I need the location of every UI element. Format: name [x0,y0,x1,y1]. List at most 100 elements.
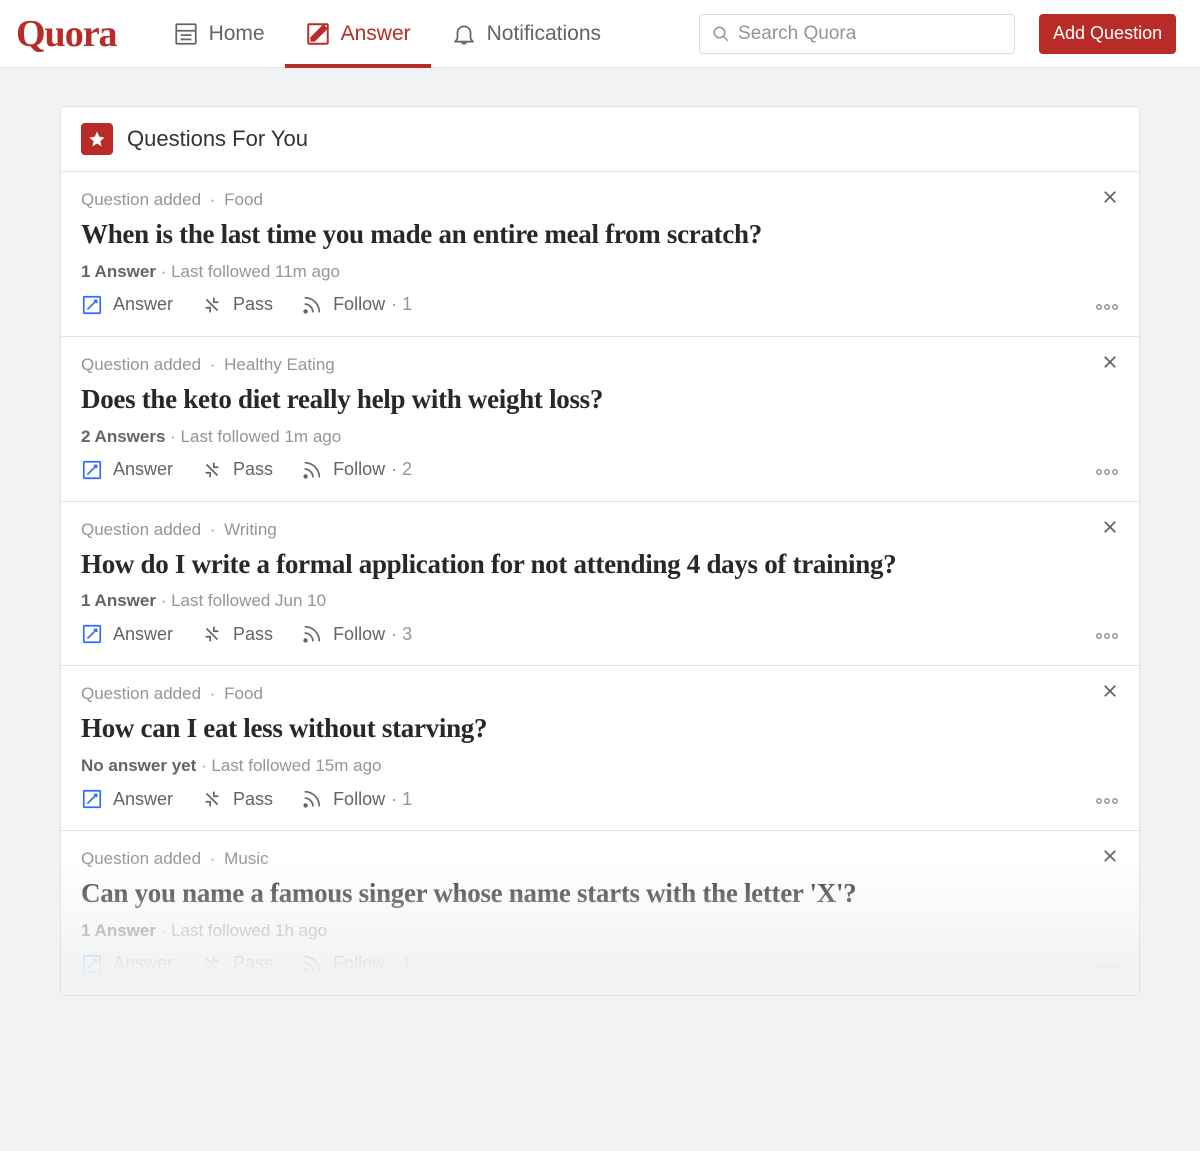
topic-link[interactable]: Music [224,849,268,868]
close-icon [1101,518,1119,536]
rss-icon [301,788,323,810]
star-badge-icon [81,123,113,155]
primary-nav: Home Answer Notifications [153,0,621,68]
bell-icon [451,21,477,47]
answer-action[interactable]: Answer [81,459,173,481]
follow-count: · 1 [391,294,412,315]
follow-action[interactable]: Follow · 1 [301,953,412,975]
more-options-button[interactable] [1095,959,1119,973]
dismiss-button[interactable] [1101,353,1119,376]
follow-action[interactable]: Follow · 2 [301,459,412,481]
meta-label: Question added [81,520,201,539]
search-input[interactable] [738,23,1002,45]
panel-header: Questions For You [61,107,1139,172]
dismiss-button[interactable] [1101,518,1119,541]
question-card: Question added · Food When is the last ti… [61,172,1139,337]
answer-action[interactable]: Answer [81,623,173,645]
meta-label: Question added [81,355,201,374]
rss-icon [301,623,323,645]
ellipsis-icon [1095,797,1119,805]
questions-panel: Questions For You Question added · Food W… [60,106,1140,996]
question-card: Question added · Healthy Eating Does the … [61,337,1139,502]
more-options-button[interactable] [1095,465,1119,479]
answer-icon [81,294,103,316]
topic-link[interactable]: Healthy Eating [224,355,335,374]
topic-link[interactable]: Writing [224,520,277,539]
nav-answer-label: Answer [341,22,411,46]
nav-home-label: Home [209,22,265,46]
answers-count[interactable]: No answer yet [81,756,196,775]
answers-count[interactable]: 1 Answer [81,921,156,940]
question-title[interactable]: How can I eat less without starving? [81,712,1119,746]
add-question-button[interactable]: Add Question [1039,14,1176,54]
dismiss-button[interactable] [1101,188,1119,211]
more-options-button[interactable] [1095,629,1119,643]
question-title[interactable]: When is the last time you made an entire… [81,218,1119,252]
more-options-button[interactable] [1095,300,1119,314]
question-title[interactable]: Does the keto diet really help with weig… [81,383,1119,417]
ellipsis-icon [1095,632,1119,640]
answer-action[interactable]: Answer [81,294,173,316]
search-icon [712,25,730,43]
question-card: Question added · MusicCan you name a fam… [61,831,1139,995]
search-box[interactable] [699,14,1015,54]
ellipsis-icon [1095,962,1119,970]
question-actions: Answer Pass Follow · 2 [81,459,1119,481]
nav-notifications-label: Notifications [487,22,601,46]
question-meta: Question added · Healthy Eating [81,355,1119,375]
follow-action[interactable]: Follow · 1 [301,788,412,810]
question-title[interactable]: Can you name a famous singer whose name … [81,877,1119,911]
answer-icon [81,623,103,645]
answers-count[interactable]: 2 Answers [81,427,165,446]
answer-icon [81,953,103,975]
pass-action[interactable]: Pass [201,623,273,645]
follow-count: · 2 [391,459,412,480]
topic-link[interactable]: Food [224,684,263,703]
question-meta: Question added · Food [81,684,1119,704]
topic-link[interactable]: Food [224,190,263,209]
quora-logo[interactable]: Quora [16,12,117,56]
answers-count[interactable]: 1 Answer [81,262,156,281]
rss-icon [301,294,323,316]
dismiss-button[interactable] [1101,682,1119,705]
pass-icon [201,294,223,316]
dismiss-button[interactable] [1101,847,1119,870]
meta-label: Question added [81,190,201,209]
question-actions: Answer Pass Follow · 1 [81,788,1119,810]
answer-icon [81,788,103,810]
follow-action[interactable]: Follow · 3 [301,623,412,645]
question-card: Question added · Food How can I eat less … [61,666,1139,831]
more-options-button[interactable] [1095,794,1119,808]
answer-edit-icon [305,21,331,47]
question-actions: Answer Pass Follow · 1 [81,294,1119,316]
answer-action[interactable]: Answer [81,953,173,975]
nav-notifications[interactable]: Notifications [431,0,621,68]
follow-count: · 3 [391,624,412,645]
question-meta: Question added · Food [81,190,1119,210]
feed-icon [173,21,199,47]
pass-action[interactable]: Pass [201,953,273,975]
pass-icon [201,459,223,481]
pass-action[interactable]: Pass [201,459,273,481]
question-meta: Question added · Writing [81,520,1119,540]
pass-icon [201,788,223,810]
answers-count[interactable]: 1 Answer [81,591,156,610]
pass-action[interactable]: Pass [201,788,273,810]
close-icon [1101,847,1119,865]
answer-icon [81,459,103,481]
question-stats: 1 Answer · Last followed Jun 10 [81,591,1119,611]
pass-action[interactable]: Pass [201,294,273,316]
ellipsis-icon [1095,468,1119,476]
question-stats: 1 Answer · Last followed 11m ago [81,262,1119,282]
nav-home[interactable]: Home [153,0,285,68]
rss-icon [301,459,323,481]
pass-icon [201,623,223,645]
answer-action[interactable]: Answer [81,788,173,810]
question-title[interactable]: How do I write a formal application for … [81,548,1119,582]
question-actions: Answer Pass Follow · 1 [81,953,1119,975]
nav-answer[interactable]: Answer [285,0,431,68]
question-stats: 1 Answer · Last followed 1h ago [81,921,1119,941]
follow-action[interactable]: Follow · 1 [301,294,412,316]
close-icon [1101,682,1119,700]
pass-icon [201,953,223,975]
